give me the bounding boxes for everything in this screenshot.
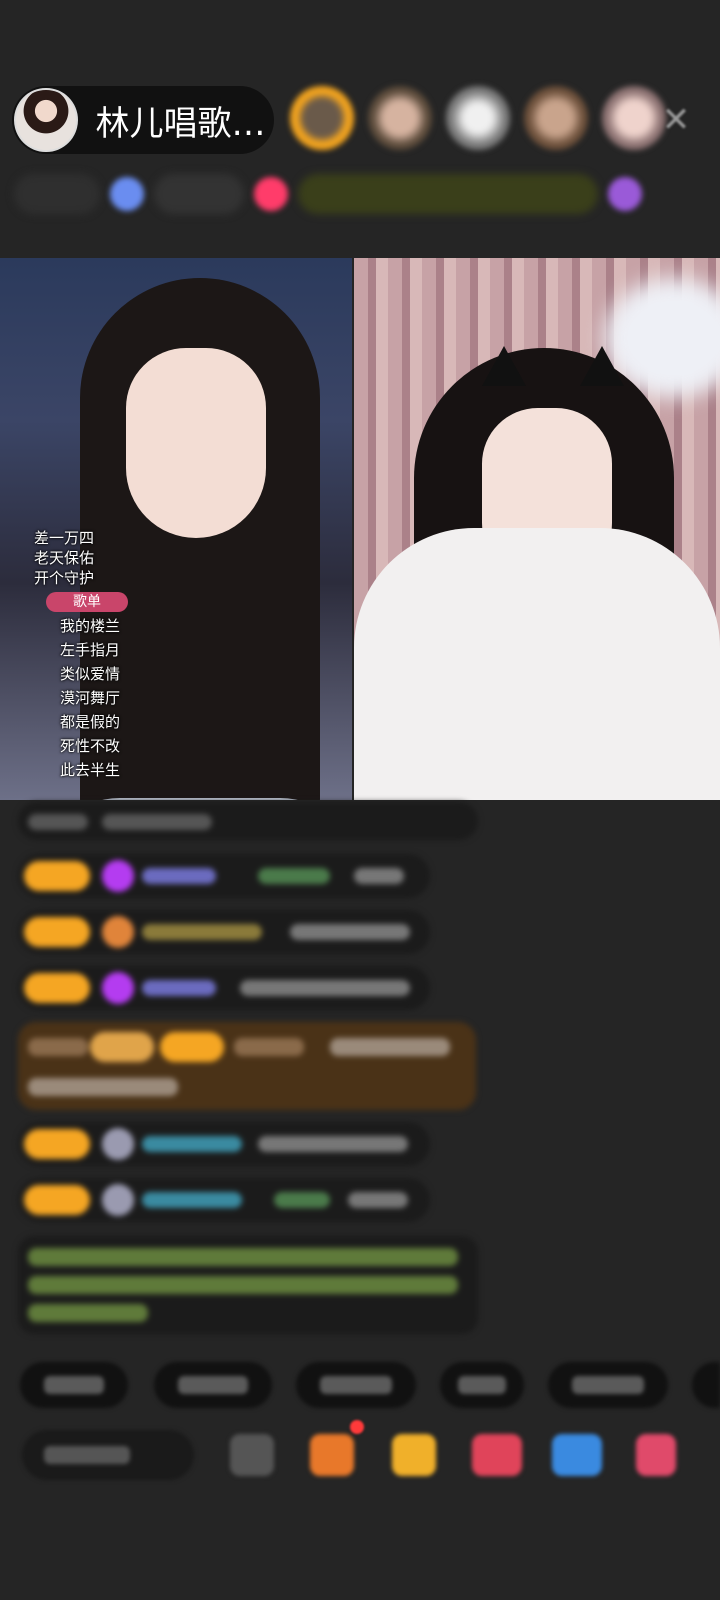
comment-input[interactable] [22, 1430, 194, 1480]
badge-icon [608, 177, 642, 211]
song-item: 死性不改 [60, 737, 121, 755]
song-list: 我的楼兰 左手指月 类似爱情 漠河舞厅 都是假的 死性不改 此去半生 [60, 614, 128, 782]
shop-icon[interactable] [636, 1434, 676, 1476]
chat-message[interactable] [18, 802, 478, 840]
chat-message[interactable] [18, 854, 430, 898]
more-icon[interactable] [230, 1434, 274, 1476]
viewer-avatar[interactable] [368, 86, 432, 150]
host-face [126, 348, 266, 538]
close-icon[interactable]: ✕ [656, 100, 696, 140]
level-badge [160, 1032, 224, 1062]
level-badge [24, 861, 90, 891]
host-avatar[interactable] [14, 88, 78, 152]
guest-body [354, 528, 720, 800]
popularity-chip[interactable] [154, 174, 244, 214]
gem-icon [102, 860, 134, 892]
gift-box-icon[interactable] [310, 1434, 354, 1476]
song-item: 漠河舞厅 [60, 689, 121, 707]
level-badge [24, 917, 90, 947]
user-avatar [102, 1128, 134, 1160]
info-bar [14, 170, 690, 218]
hot-icon [254, 177, 288, 211]
popularity-icon [110, 177, 144, 211]
rank-chip[interactable] [14, 174, 100, 214]
lips-icon[interactable] [472, 1434, 522, 1476]
viewer-avatar[interactable] [524, 86, 588, 150]
song-item: 类似爱情 [60, 665, 121, 683]
quick-reply-chip[interactable] [548, 1362, 668, 1408]
song-item: 我的楼兰 [60, 617, 121, 635]
host-info-pill[interactable]: 林儿唱歌… [12, 86, 274, 154]
viewer-avatar[interactable] [446, 86, 510, 150]
quick-reply-chip[interactable] [154, 1362, 272, 1408]
gem-icon [102, 972, 134, 1004]
gift-icon[interactable] [392, 1434, 436, 1476]
song-item: 都是假的 [60, 713, 121, 731]
level-badge [24, 1185, 90, 1215]
announcement-chip[interactable] [298, 174, 598, 214]
quick-reply-chip[interactable] [692, 1362, 720, 1408]
quick-reply-chip[interactable] [20, 1362, 128, 1408]
quick-reply-chip[interactable] [440, 1362, 524, 1408]
system-notice [18, 1236, 478, 1334]
viewer-avatar[interactable] [290, 86, 354, 150]
song-item: 左手指月 [60, 641, 121, 659]
user-avatar [102, 1184, 134, 1216]
game-icon[interactable] [552, 1434, 602, 1476]
host-name: 林儿唱歌… [95, 103, 266, 144]
overlay-line: 老天保佑 [34, 549, 95, 567]
top-viewers [290, 86, 666, 150]
cat-ear [580, 346, 624, 386]
fan-icon [102, 916, 134, 948]
guest-video[interactable] [354, 258, 720, 800]
chat-message-highlight[interactable] [18, 1022, 476, 1110]
cat-ear [482, 346, 526, 386]
chat-message[interactable] [18, 966, 430, 1010]
level-badge [24, 1129, 90, 1159]
overlay-line: 差一万四 [34, 529, 95, 547]
chat-message[interactable] [18, 1178, 430, 1222]
song-overlay: 差一万四 老天保佑 开个守护 歌单 我的楼兰 左手指月 类似爱情 漠河舞厅 都是… [34, 528, 128, 782]
notification-dot [350, 1420, 364, 1434]
overlay-line: 开个守护 [34, 569, 95, 587]
level-badge [24, 973, 90, 1003]
song-item: 此去半生 [60, 761, 121, 779]
chat-message[interactable] [18, 910, 430, 954]
chat-message[interactable] [18, 1122, 430, 1166]
song-list-button[interactable]: 歌单 [46, 592, 128, 612]
quick-reply-chip[interactable] [296, 1362, 416, 1408]
host-video[interactable]: 差一万四 老天保佑 开个守护 歌单 我的楼兰 左手指月 类似爱情 漠河舞厅 都是… [0, 258, 352, 800]
